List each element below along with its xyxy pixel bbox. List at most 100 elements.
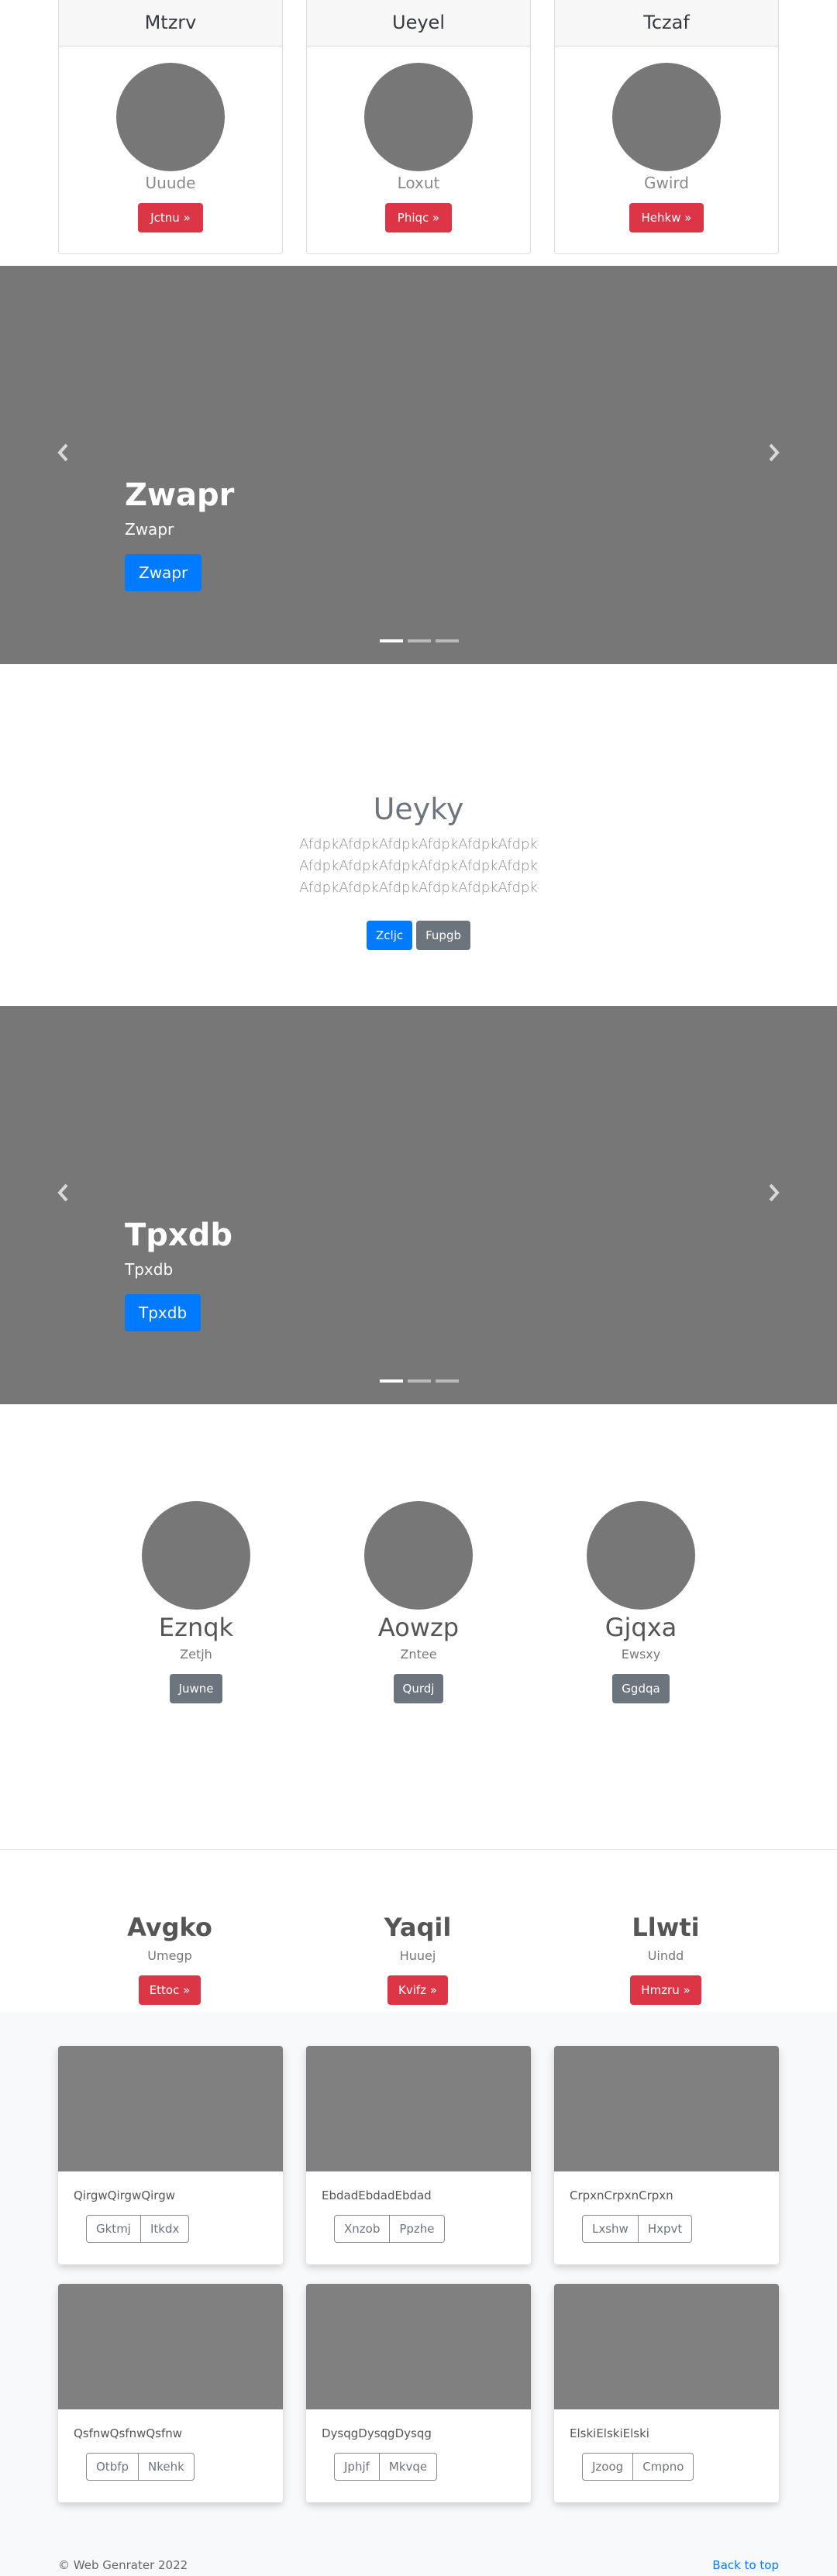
pricing-card: Mtzrv Uuude Jctnu » bbox=[58, 0, 283, 254]
album-card-button[interactable]: Ppzhe bbox=[390, 2215, 445, 2243]
team-section: Eznqk Zetjh Juwne Aowzp Zntee Qurdj Gjqx… bbox=[0, 1403, 837, 1849]
jumbotron-primary-button[interactable]: Zcljc bbox=[367, 921, 413, 950]
team-member-button[interactable]: Ggdqa bbox=[612, 1674, 670, 1703]
jumbotron-secondary-button[interactable]: Fupgb bbox=[416, 921, 470, 950]
album-card-image bbox=[58, 2046, 283, 2171]
feature-title: Avgko bbox=[127, 1913, 212, 1942]
pricing-card-title: Mtzrv bbox=[59, 0, 282, 46]
team-member-button[interactable]: Juwne bbox=[169, 1674, 223, 1703]
second-carousel: Tpxdb Tpxdb Tpxdb bbox=[0, 1006, 837, 1404]
album-card-button[interactable]: Cmpno bbox=[633, 2453, 694, 2481]
album-card-button[interactable]: Xnzob bbox=[334, 2215, 391, 2243]
feature-column: Llwti Uindd Hmzru » bbox=[565, 1913, 766, 2005]
album-card-button[interactable]: Jphjf bbox=[334, 2453, 380, 2481]
album-card-button[interactable]: Gktmj bbox=[86, 2215, 141, 2243]
carousel-caption: Tpxdb Tpxdb Tpxdb bbox=[125, 1217, 232, 1331]
pricing-card-image bbox=[364, 63, 473, 171]
carousel-indicator[interactable] bbox=[436, 639, 459, 642]
jumbotron: Ueyky AfdpkAfdpkAfdpkAfdpkAfdpkAfdpk Afd… bbox=[0, 664, 837, 1006]
album-card-text: CrpxnCrpxnCrpxn bbox=[570, 2189, 673, 2202]
album-card-image bbox=[554, 2046, 779, 2171]
carousel-indicator[interactable] bbox=[380, 1379, 403, 1383]
chevron-left-icon bbox=[57, 443, 68, 462]
album-card-button[interactable]: Lxshw bbox=[582, 2215, 639, 2243]
album-card-button[interactable]: Nkehk bbox=[139, 2453, 195, 2481]
carousel-indicator[interactable] bbox=[436, 1379, 459, 1383]
feature-column: Avgko Umegp Ettoc » bbox=[69, 1913, 270, 2005]
carousel-prev-button[interactable] bbox=[51, 1181, 74, 1204]
carousel-indicator[interactable] bbox=[380, 639, 403, 642]
album-card-text: DysqgDysqgDysqg bbox=[322, 2426, 432, 2440]
features-section: Avgko Umegp Ettoc » Yaqil Huuej Kvifz » … bbox=[0, 1850, 837, 2013]
team-member-name: Eznqk bbox=[158, 1613, 234, 1642]
carousel-next-button[interactable] bbox=[763, 1181, 786, 1204]
pricing-card-button[interactable]: Jctnu » bbox=[138, 203, 203, 232]
avatar bbox=[364, 1501, 473, 1610]
carousel-button[interactable]: Zwapr bbox=[125, 554, 202, 591]
album-card-button[interactable]: Mkvqe bbox=[379, 2453, 438, 2481]
album-card-button-group: Lxshw Hxpvt bbox=[582, 2215, 779, 2243]
album-card: CrpxnCrpxnCrpxn Lxshw Hxpvt bbox=[554, 2046, 779, 2264]
carousel-text: Zwapr bbox=[125, 520, 174, 539]
chevron-right-icon bbox=[769, 443, 780, 462]
album-card-button[interactable]: Itkdx bbox=[140, 2215, 190, 2243]
pricing-card-title: Ueyel bbox=[307, 0, 530, 46]
pricing-card-button[interactable]: Phiqc » bbox=[384, 203, 453, 232]
feature-subtitle: Umegp bbox=[147, 1948, 192, 1963]
team-member-subtitle: Ewsxy bbox=[621, 1647, 661, 1662]
feature-title: Yaqil bbox=[384, 1913, 452, 1942]
feature-subtitle: Huuej bbox=[399, 1948, 436, 1963]
team-member-button[interactable]: Qurdj bbox=[393, 1674, 444, 1703]
carousel-indicators bbox=[380, 1379, 459, 1383]
album-card-text: QsfnwQsfnwQsfnw bbox=[74, 2426, 183, 2440]
carousel-indicator[interactable] bbox=[408, 639, 431, 642]
pricing-card-button[interactable]: Hehkw » bbox=[629, 203, 704, 232]
footer: © Web Genrater 2022 Back to top bbox=[0, 2554, 837, 2576]
carousel-prev-button[interactable] bbox=[51, 441, 74, 464]
album-card: QsfnwQsfnwQsfnw Otbfp Nkehk bbox=[58, 2284, 283, 2502]
album-card: QirgwQirgwQirgw Gktmj Itkdx bbox=[58, 2046, 283, 2264]
team-member: Gjqxa Ewsxy Ggdqa bbox=[563, 1501, 718, 1703]
album-card-image bbox=[554, 2284, 779, 2409]
feature-button[interactable]: Kvifz » bbox=[388, 1975, 448, 2005]
chevron-left-icon bbox=[57, 1183, 68, 1202]
hero-carousel: Zwapr Zwapr Zwapr bbox=[0, 266, 837, 664]
album-card-button[interactable]: Hxpvt bbox=[638, 2215, 693, 2243]
pricing-card-subtitle: Loxut bbox=[397, 174, 440, 192]
carousel-heading: Zwapr bbox=[125, 477, 235, 513]
album-card-image bbox=[58, 2284, 283, 2409]
album-card-button[interactable]: Otbfp bbox=[86, 2453, 140, 2481]
pricing-card-image bbox=[116, 63, 225, 171]
album-card-button-group: Jphjf Mkvqe bbox=[334, 2453, 531, 2481]
feature-button[interactable]: Hmzru » bbox=[630, 1975, 701, 2005]
avatar bbox=[587, 1501, 695, 1610]
carousel-indicator[interactable] bbox=[408, 1379, 431, 1383]
team-member: Eznqk Zetjh Juwne bbox=[119, 1501, 274, 1703]
album-card-button-group: Xnzob Ppzhe bbox=[334, 2215, 531, 2243]
album-card: DysqgDysqgDysqg Jphjf Mkvqe bbox=[306, 2284, 531, 2502]
carousel-heading: Tpxdb bbox=[125, 1217, 232, 1253]
album-section: QirgwQirgwQirgw Gktmj Itkdx EbdadEbdadEb… bbox=[0, 2011, 837, 2554]
album-card-image bbox=[306, 2284, 531, 2409]
jumbotron-buttons: Zcljc Fupgb bbox=[0, 921, 837, 950]
feature-subtitle: Uindd bbox=[647, 1948, 684, 1963]
jumbotron-heading: Ueyky bbox=[373, 792, 464, 826]
feature-button[interactable]: Ettoc » bbox=[138, 1975, 202, 2005]
album-card-text: EbdadEbdadEbdad bbox=[322, 2189, 432, 2202]
chevron-right-icon bbox=[769, 1183, 780, 1202]
pricing-card-title: Tczaf bbox=[555, 0, 778, 46]
album-card-button-group: Gktmj Itkdx bbox=[86, 2215, 283, 2243]
feature-title: Llwti bbox=[632, 1913, 700, 1942]
album-card-button[interactable]: Jzoog bbox=[582, 2453, 634, 2481]
back-to-top-link[interactable]: Back to top bbox=[712, 2558, 779, 2572]
carousel-next-button[interactable] bbox=[763, 441, 786, 464]
feature-column: Yaqil Huuej Kvifz » bbox=[317, 1913, 518, 2005]
pricing-card-image bbox=[612, 63, 721, 171]
carousel-button[interactable]: Tpxdb bbox=[125, 1294, 202, 1331]
album-card: EbdadEbdadEbdad Xnzob Ppzhe bbox=[306, 2046, 531, 2264]
album-card-image bbox=[306, 2046, 531, 2171]
album-card: ElskiElskiElski Jzoog Cmpno bbox=[554, 2284, 779, 2502]
album-card-text: QirgwQirgwQirgw bbox=[74, 2189, 176, 2202]
pricing-card-subtitle: Uuude bbox=[145, 174, 196, 192]
carousel-indicators bbox=[380, 639, 459, 642]
